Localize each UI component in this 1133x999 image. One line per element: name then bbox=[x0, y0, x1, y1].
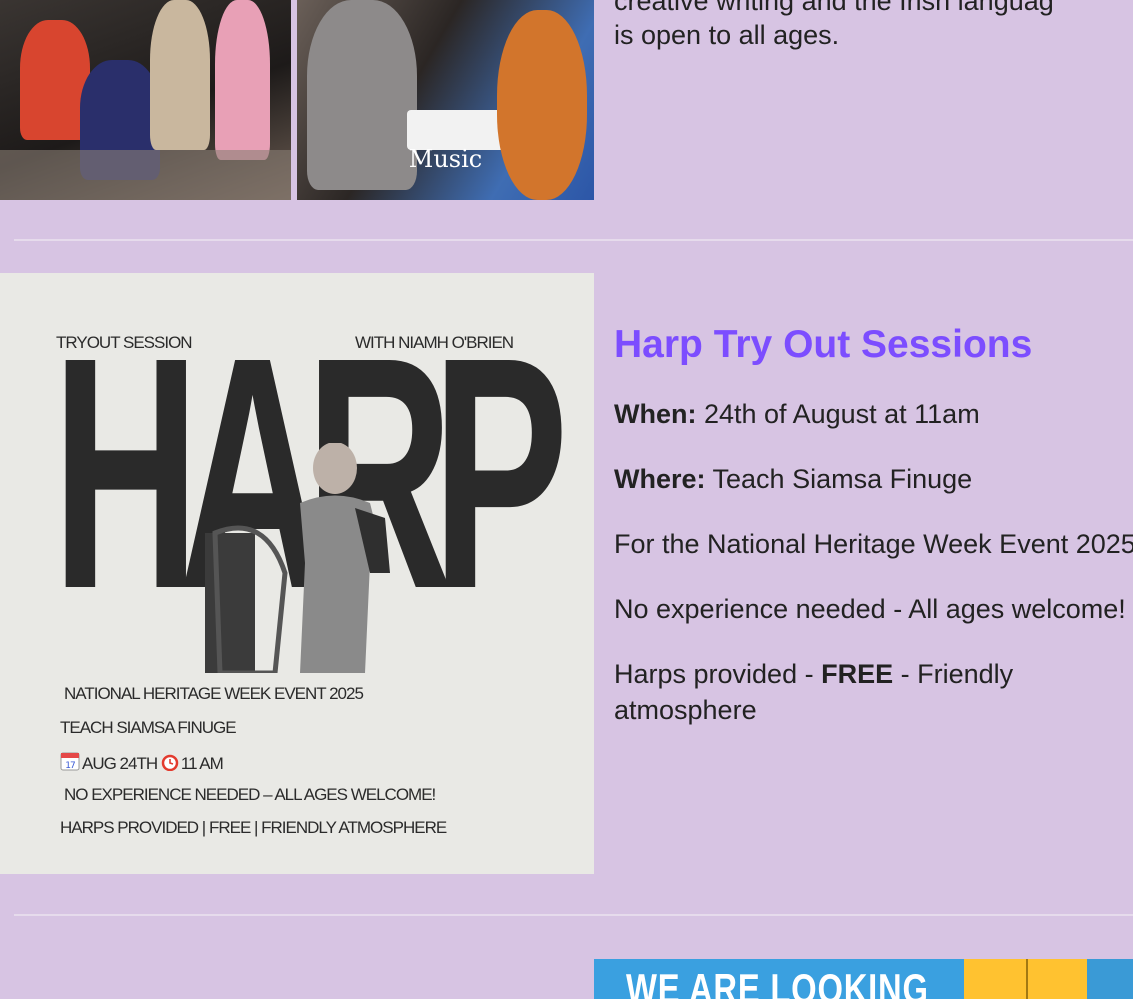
harp-experience: No experience needed - All ages welcome! bbox=[614, 594, 1126, 624]
harp-poster: TRYOUT SESSION WITH NIAMH O'BRIEN HARP N… bbox=[0, 273, 594, 874]
section-divider bbox=[14, 239, 1133, 241]
music-photo: Music bbox=[297, 0, 594, 200]
poster-experience: NO EXPERIENCE NEEDED – ALL AGES WELCOME! bbox=[64, 785, 436, 804]
poster-venue: TEACH SIAMSA FINUGE bbox=[60, 718, 237, 737]
harp-title: Harp Try Out Sessions bbox=[614, 323, 1033, 366]
harpist-figure bbox=[205, 443, 390, 673]
harp-national: For the National Heritage Week Event 202… bbox=[614, 529, 1133, 559]
poster-time: 11 AM bbox=[180, 754, 224, 773]
recruitment-banner: WE ARE LOOKING bbox=[594, 959, 1133, 999]
photo-caption: Music bbox=[408, 145, 483, 173]
section-divider-2 bbox=[14, 914, 1133, 916]
intro-line-2: is open to all ages. bbox=[614, 20, 840, 50]
calendar-icon: 17 bbox=[60, 752, 80, 771]
intro-paragraph: creative writing and the Irish languag i… bbox=[614, 0, 1133, 52]
harp-info: Harp Try Out Sessions When: 24th of Augu… bbox=[614, 322, 1133, 757]
harp-when: When: 24th of August at 11am bbox=[614, 399, 980, 429]
poster-date: AUG 24TH bbox=[82, 754, 158, 773]
alarm-clock-icon bbox=[161, 754, 179, 771]
svg-text:17: 17 bbox=[65, 761, 75, 771]
poster-event: NATIONAL HERITAGE WEEK EVENT 2025 bbox=[64, 684, 364, 703]
harp-provided: Harps provided - FREE - Friendly atmosph… bbox=[614, 659, 1014, 725]
poster-harps: HARPS PROVIDED | FREE | FRIENDLY ATMOSPH… bbox=[60, 818, 447, 837]
theatre-photo bbox=[0, 0, 291, 200]
harp-where: Where: Teach Siamsa Finuge bbox=[614, 464, 973, 494]
poster-datetime: 17 AUG 24TH 11 AM bbox=[60, 751, 224, 774]
intro-line-1: creative writing and the Irish languag bbox=[614, 0, 1054, 16]
